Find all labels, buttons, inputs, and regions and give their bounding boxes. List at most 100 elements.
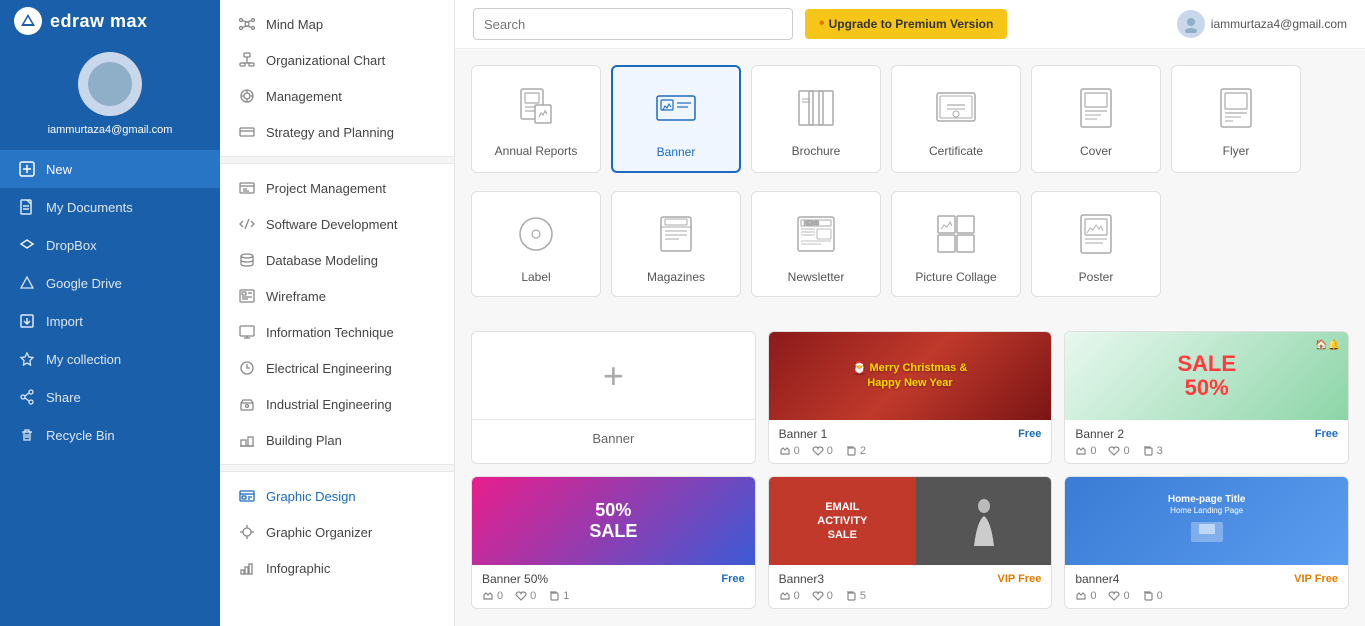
template-type-label[interactable]: Label [471, 191, 601, 297]
template-type-label: Flyer [1223, 144, 1250, 158]
category-software-dev[interactable]: Software Development [220, 206, 454, 242]
category-database[interactable]: Database Modeling [220, 242, 454, 278]
banner2-info: Banner 2 Free 0 0 [1065, 420, 1348, 463]
category-mind-map[interactable]: Mind Map [220, 6, 454, 42]
certificate-icon [930, 82, 982, 134]
category-info-tech[interactable]: Information Technique [220, 314, 454, 350]
template-type-label: Cover [1080, 144, 1112, 158]
sidebar-item-my-documents[interactable]: My Documents [0, 188, 220, 226]
user-email: iammurtaza4@gmail.com [48, 124, 173, 136]
template-type-flyer[interactable]: Flyer [1171, 65, 1301, 173]
banner3-title: Banner3 [779, 572, 824, 586]
category-label: Electrical Engineering [266, 361, 392, 376]
category-label: Infographic [266, 561, 330, 576]
template-type-label: Banner [657, 145, 696, 159]
banner1-thumb: 🎅 Merry Christmas &Happy New Year [769, 332, 1052, 420]
banner3-thumb: EMAILACTIVITYSALE [769, 477, 1052, 565]
sidebar-item-new[interactable]: New [0, 150, 220, 188]
banner3-badge: VIP Free [998, 573, 1042, 585]
template-type-picture-collage[interactable]: Picture Collage [891, 191, 1021, 297]
banner-fifty-title: Banner 50% [482, 572, 548, 586]
category-label: Organizational Chart [266, 53, 385, 68]
label-icon [510, 208, 562, 260]
template-type-certificate[interactable]: Certificate [891, 65, 1021, 173]
banner3-card[interactable]: EMAILACTIVITYSALE Banner3 VIP Free [768, 476, 1053, 609]
category-group-1: Mind Map Organizational Chart Manageme [220, 0, 454, 156]
new-icon [18, 160, 36, 178]
category-label: Wireframe [266, 289, 326, 304]
new-banner-card[interactable]: + Banner [471, 331, 756, 464]
category-wireframe[interactable]: Wireframe [220, 278, 454, 314]
google-drive-icon [18, 274, 36, 292]
upgrade-button[interactable]: Upgrade to Premium Version [805, 9, 1007, 39]
banner1-title: Banner 1 [779, 427, 828, 441]
template-type-poster[interactable]: Poster [1031, 191, 1161, 297]
sidebar-item-import[interactable]: Import [0, 302, 220, 340]
search-input[interactable] [473, 8, 793, 40]
sidebar-new-label: New [46, 162, 72, 177]
mind-map-icon [238, 15, 256, 33]
category-graphic-design[interactable]: Graphic Design [220, 478, 454, 514]
newsletter-icon: NEWS [790, 208, 842, 260]
template-type-banner[interactable]: Banner [611, 65, 741, 173]
banner3-stats: 0 0 5 [779, 590, 1042, 602]
template-type-annual-reports[interactable]: Annual Reports [471, 65, 601, 173]
graphic-design-icon [238, 487, 256, 505]
sidebar-item-my-collection[interactable]: My collection [0, 340, 220, 378]
user-profile: iammurtaza4@gmail.com [0, 42, 220, 150]
banner4-card[interactable]: Home-page TitleHome Landing Page banner4… [1064, 476, 1349, 609]
management-icon [238, 87, 256, 105]
sidebar-item-google-drive[interactable]: Google Drive [0, 264, 220, 302]
sidebar-item-dropbox[interactable]: DropBox [0, 226, 220, 264]
banner-instances-grid: + Banner 🎅 Merry Christmas &Happy New Ye… [471, 331, 1349, 609]
new-banner-label: Banner [592, 431, 634, 446]
sidebar-logo: edraw max [0, 0, 220, 42]
banner-fifty-text: 50%SALE [589, 500, 637, 542]
category-building[interactable]: Building Plan [220, 422, 454, 458]
template-type-magazines[interactable]: Magazines [611, 191, 741, 297]
plus-icon: + [603, 355, 624, 397]
category-management[interactable]: Management [220, 78, 454, 114]
sidebar-item-share[interactable]: Share [0, 378, 220, 416]
category-label: Information Technique [266, 325, 394, 340]
svg-text:NEWS: NEWS [804, 221, 820, 227]
category-label: Graphic Organizer [266, 525, 372, 540]
banner2-thumb: SALE50% 🏠🔔 [1065, 332, 1348, 420]
brochure-icon [790, 82, 842, 134]
banner-fifty-card[interactable]: 50%SALE Banner 50% Free 0 0 [471, 476, 756, 609]
building-icon [238, 431, 256, 449]
category-label: Mind Map [266, 17, 323, 32]
dropbox-icon [18, 236, 36, 254]
category-group-3: Graphic Design Graphic Organizer Infogra… [220, 472, 454, 592]
banner1-badge: Free [1018, 428, 1041, 440]
electrical-icon [238, 359, 256, 377]
banner2-card[interactable]: SALE50% 🏠🔔 Banner 2 Free 0 [1064, 331, 1349, 464]
topbar: Upgrade to Premium Version iammurtaza4@g… [455, 0, 1365, 49]
category-electrical[interactable]: Electrical Engineering [220, 350, 454, 386]
template-type-cover[interactable]: Cover [1031, 65, 1161, 173]
template-type-label: Magazines [647, 270, 705, 284]
annual-reports-icon [510, 82, 562, 134]
template-type-label: Annual Reports [495, 144, 578, 158]
category-org-chart[interactable]: Organizational Chart [220, 42, 454, 78]
template-type-brochure[interactable]: Brochure [751, 65, 881, 173]
strategy-icon [238, 123, 256, 141]
project-mgmt-icon [238, 179, 256, 197]
template-type-label: Certificate [929, 144, 983, 158]
template-type-newsletter[interactable]: NEWS Newsletter [751, 191, 881, 297]
category-infographic[interactable]: Infographic [220, 550, 454, 586]
sidebar-item-recycle-bin[interactable]: Recycle Bin [0, 416, 220, 454]
user-info: iammurtaza4@gmail.com [1177, 10, 1347, 38]
category-strategy[interactable]: Strategy and Planning [220, 114, 454, 150]
template-type-label: Picture Collage [915, 270, 996, 284]
app-name: edraw max [50, 11, 148, 32]
avatar [78, 52, 142, 116]
banner3-info: Banner3 VIP Free 0 0 [769, 565, 1052, 608]
category-industrial[interactable]: Industrial Engineering [220, 386, 454, 422]
banner1-card[interactable]: 🎅 Merry Christmas &Happy New Year Banner… [768, 331, 1053, 464]
poster-icon [1070, 208, 1122, 260]
category-panel: Mind Map Organizational Chart Manageme [220, 0, 455, 626]
my-documents-icon [18, 198, 36, 216]
category-project-mgmt[interactable]: Project Management [220, 170, 454, 206]
category-graphic-organizer[interactable]: Graphic Organizer [220, 514, 454, 550]
